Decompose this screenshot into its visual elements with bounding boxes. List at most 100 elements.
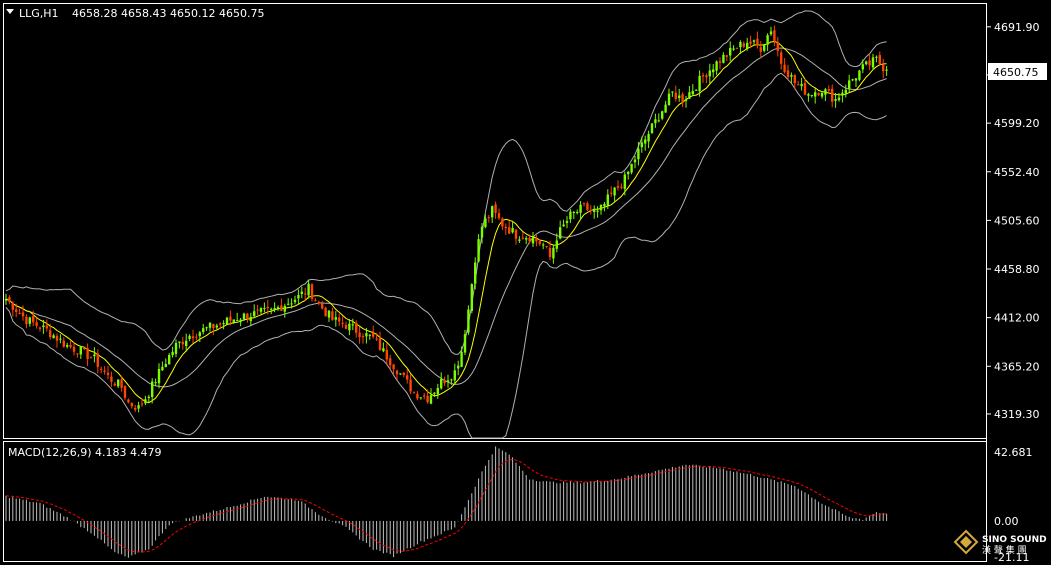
candle-body	[858, 70, 861, 80]
candle-body	[253, 311, 256, 317]
candle-body	[361, 336, 365, 338]
candle-body	[735, 48, 739, 50]
candle-body	[688, 92, 691, 99]
candle-body	[875, 56, 878, 58]
candle-body	[463, 334, 467, 353]
bollinger-bands	[5, 10, 887, 439]
candle-body	[392, 364, 395, 370]
macd-tick-label: 0.00	[994, 515, 1019, 528]
candle-body	[848, 80, 851, 89]
candle-body	[776, 42, 779, 51]
candle-body	[287, 303, 290, 305]
candle-body	[640, 142, 643, 148]
candle-body	[21, 312, 25, 317]
candle-body	[15, 309, 18, 312]
candle-body	[66, 345, 69, 347]
candle-body	[616, 186, 620, 188]
candle-body	[181, 341, 184, 345]
candle-body	[501, 218, 504, 227]
candle-body	[72, 346, 76, 352]
bollinger-lower-line	[5, 72, 887, 439]
candle-body	[579, 204, 582, 213]
candle-body	[436, 388, 439, 395]
candle-body	[610, 192, 613, 194]
candle-body	[117, 379, 120, 387]
candle-body	[613, 187, 616, 196]
candle-body	[504, 226, 507, 229]
candle-body	[820, 92, 824, 97]
chart-canvas[interactable]: 4691.904645.604599.204552.404505.604458.…	[0, 0, 1051, 565]
candle-body	[793, 75, 796, 84]
candle-body	[8, 297, 11, 302]
candle-body	[406, 375, 409, 380]
candle-body	[368, 334, 371, 336]
candle-body	[443, 380, 446, 384]
candle-body	[239, 319, 242, 323]
candle-body	[215, 325, 218, 328]
candle-body	[844, 89, 847, 94]
candle-body	[457, 365, 460, 369]
triangle-down-icon[interactable]	[6, 9, 14, 14]
candle-body	[569, 211, 572, 220]
candle-body	[674, 92, 677, 99]
candle-body	[599, 204, 603, 211]
candle-body	[338, 317, 341, 322]
candle-body	[521, 237, 524, 239]
watermark-brand: SINO SOUND	[982, 535, 1047, 545]
candle-body	[154, 382, 157, 384]
candle-body	[130, 403, 133, 407]
candlesticks	[4, 25, 888, 413]
candle-body	[603, 203, 606, 207]
candle-body	[137, 405, 140, 409]
candle-body	[667, 93, 671, 106]
candle-body	[831, 88, 834, 102]
candle-body	[351, 324, 354, 326]
candle-body	[576, 212, 579, 214]
watermark-brand-cn: 漢 聲 集 團	[982, 544, 1027, 556]
candle-body	[446, 380, 450, 382]
candle-body	[657, 120, 660, 122]
candle-body	[100, 368, 103, 370]
candle-body	[283, 305, 286, 312]
ohlc-label: 4658.28 4658.43 4650.12 4650.75	[72, 7, 264, 20]
candle-body	[725, 55, 728, 57]
candle-body	[545, 245, 548, 247]
candle-body	[171, 351, 174, 356]
moving-average-line	[5, 41, 887, 404]
candle-body	[742, 43, 745, 47]
candle-body	[589, 210, 592, 212]
macd-title: MACD(12,26,9) 4.183 4.479	[8, 446, 162, 459]
price-tick-label: 4691.90	[994, 21, 1040, 34]
candle-body	[355, 322, 358, 333]
candle-body	[266, 306, 269, 309]
price-tick-label: 4599.20	[994, 117, 1040, 130]
candle-body	[314, 299, 317, 301]
candle-body	[803, 82, 807, 95]
candle-body	[531, 237, 535, 244]
price-tick-label: 4458.80	[994, 263, 1040, 276]
candle-body	[582, 202, 586, 204]
candle-body	[358, 332, 361, 338]
candle-body	[399, 373, 402, 375]
candle-body	[681, 94, 684, 103]
chart-window: 4691.904645.604599.204552.404505.604458.…	[0, 0, 1051, 565]
candle-body	[331, 311, 334, 321]
candle-body	[542, 244, 545, 246]
candle-body	[307, 283, 310, 296]
candle-body	[837, 97, 841, 101]
candle-body	[161, 366, 164, 371]
candle-body	[300, 291, 303, 294]
candle-body	[52, 335, 55, 339]
candle-body	[854, 78, 858, 81]
candle-body	[25, 316, 28, 325]
candle-body	[191, 336, 195, 339]
candle-body	[606, 194, 609, 206]
candle-body	[593, 210, 596, 212]
candle-body	[110, 376, 113, 382]
candle-body	[756, 38, 759, 46]
candle-body	[151, 381, 154, 398]
candle-body	[195, 336, 198, 338]
candle-body	[865, 61, 868, 65]
candle-body	[637, 148, 640, 160]
candle-body	[800, 83, 803, 87]
